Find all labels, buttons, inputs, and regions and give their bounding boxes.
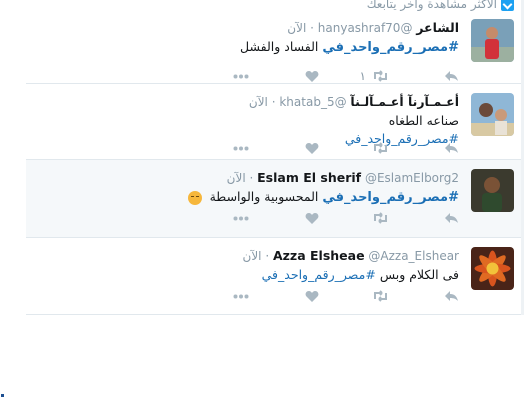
avatar[interactable] [471, 247, 514, 290]
tweet-item[interactable]: Azza Elsheae @Azza_Elshear · الآن فى الك… [26, 238, 524, 315]
more-icon [233, 294, 249, 298]
like-button[interactable] [249, 70, 319, 83]
tweet-text-content: المحسوبية والواسطة [209, 189, 319, 204]
separator-dot: · [271, 95, 276, 109]
heart-icon [305, 212, 319, 224]
tweet-text: #مصر_رقم_واحد_في الفساد والفشل [39, 38, 459, 57]
author-name[interactable]: أعـمـآرنآ أعـمـآلـنآ [350, 94, 459, 109]
separator-dot: · [310, 21, 314, 35]
retweet-icon [374, 212, 387, 224]
retweet-button[interactable] [319, 142, 389, 154]
like-button[interactable] [249, 212, 319, 225]
retweet-icon [374, 142, 387, 154]
tweet-item[interactable]: الشاعر @hanyashraf70 · الآن #مصر_رقم_واح… [26, 10, 524, 84]
like-button[interactable] [249, 142, 319, 155]
more-button[interactable] [179, 216, 249, 221]
retweet-button[interactable] [319, 290, 389, 302]
retweet-icon [374, 290, 387, 302]
scrollbar[interactable] [521, 0, 524, 315]
hashtag-link[interactable]: #مصر_رقم_واحد_في [322, 190, 459, 205]
tweet-time[interactable]: الآن [227, 171, 246, 185]
reply-button[interactable] [389, 290, 459, 302]
more-button[interactable] [179, 294, 249, 299]
page-marker [1, 394, 4, 397]
author-handle[interactable]: @khatab_5 [279, 95, 346, 109]
tweet-actions: ١ [179, 68, 459, 84]
avatar[interactable] [471, 93, 514, 136]
tweet-text-content: صناعه الطغاه [388, 113, 459, 128]
reply-icon [445, 213, 458, 223]
tweet-item[interactable]: أعـمـآرنآ أعـمـآلـنآ @khatab_5 · الآن صن… [26, 84, 524, 160]
separator-dot: · [249, 171, 254, 185]
reply-button[interactable] [389, 142, 459, 154]
tweet-actions [179, 288, 459, 304]
tweet-actions [179, 140, 459, 156]
tweet-time[interactable]: الآن [249, 95, 268, 109]
author-name[interactable]: الشاعر [416, 20, 459, 35]
reply-icon [445, 291, 458, 301]
retweet-icon [374, 70, 387, 82]
tweet-time[interactable]: الآن [287, 21, 306, 35]
more-button[interactable] [179, 146, 249, 151]
author-name[interactable]: Azza Elsheae [273, 248, 365, 263]
heart-icon [305, 142, 319, 154]
retweet-button[interactable] [319, 212, 389, 224]
more-button[interactable] [179, 74, 249, 79]
reply-icon [445, 71, 458, 81]
retweet-count: ١ [359, 69, 366, 83]
more-icon [233, 74, 249, 78]
author-name[interactable]: Eslam El sherif [257, 170, 361, 185]
reply-button[interactable] [389, 212, 459, 224]
tweet-text-content: الفساد والفشل [240, 39, 319, 54]
author-handle[interactable]: @EslamElborg2 [365, 171, 459, 185]
disappointed-emoji-icon [187, 190, 202, 205]
tweet-text: فى الكلام وبس #مصر_رقم_واحد_في [39, 266, 459, 284]
hashtag-link[interactable]: #مصر_رقم_واحد_في [322, 40, 459, 55]
heart-icon [305, 290, 319, 302]
hashtag-link[interactable]: #مصر_رقم_واحد_في [262, 267, 376, 282]
notification-icon [501, 0, 514, 11]
separator-dot: · [265, 249, 270, 263]
reply-icon [445, 143, 458, 153]
tweet-feed: الأكثر مشاهدة وآخر يتابعك الشاعر @hanyas… [26, 0, 524, 315]
tweet-text: #مصر_رقم_واحد_في المحسوبية والواسطة [39, 188, 459, 207]
tweet-actions [179, 210, 459, 226]
author-handle[interactable]: @hanyashraf70 [318, 21, 413, 35]
tweet-time[interactable]: الآن [243, 249, 262, 263]
tweet-text-content: فى الكلام وبس [379, 267, 459, 282]
tweet-item[interactable]: Eslam El sherif @EslamElborg2 · الآن #مص… [26, 160, 524, 238]
like-button[interactable] [249, 290, 319, 303]
retweet-button[interactable]: ١ [319, 69, 389, 83]
reply-button[interactable] [389, 70, 459, 82]
author-handle[interactable]: @Azza_Elshear [368, 249, 459, 263]
more-icon [233, 216, 249, 220]
more-icon [233, 146, 249, 150]
heart-icon [305, 70, 319, 82]
avatar[interactable] [471, 169, 514, 212]
avatar[interactable] [471, 19, 514, 62]
